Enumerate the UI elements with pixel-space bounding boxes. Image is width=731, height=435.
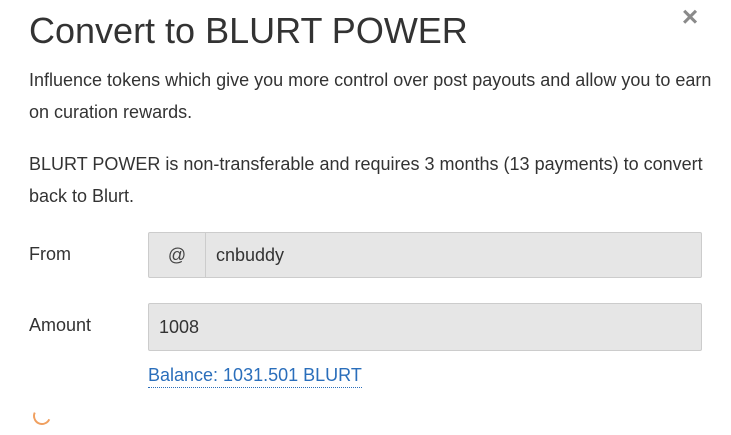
- amount-field[interactable]: [148, 303, 702, 351]
- amount-label: Amount: [29, 315, 92, 335]
- convert-dialog: × Convert to BLURT POWER Influence token…: [0, 0, 731, 435]
- dialog-description-transfer-note: BLURT POWER is non-transferable and requ…: [29, 154, 703, 206]
- from-label: From: [29, 244, 71, 264]
- at-sign-addon: @: [148, 232, 206, 278]
- close-icon[interactable]: ×: [676, 3, 704, 31]
- from-input-group: @: [148, 232, 702, 278]
- balance-link[interactable]: Balance: 1031.501 BLURT: [148, 363, 362, 388]
- dialog-title: Convert to BLURT POWER: [29, 10, 468, 51]
- dialog-description-influence: Influence tokens which give you more con…: [29, 70, 712, 122]
- loading-spinner-icon: [30, 404, 54, 428]
- from-account-field[interactable]: [206, 232, 702, 278]
